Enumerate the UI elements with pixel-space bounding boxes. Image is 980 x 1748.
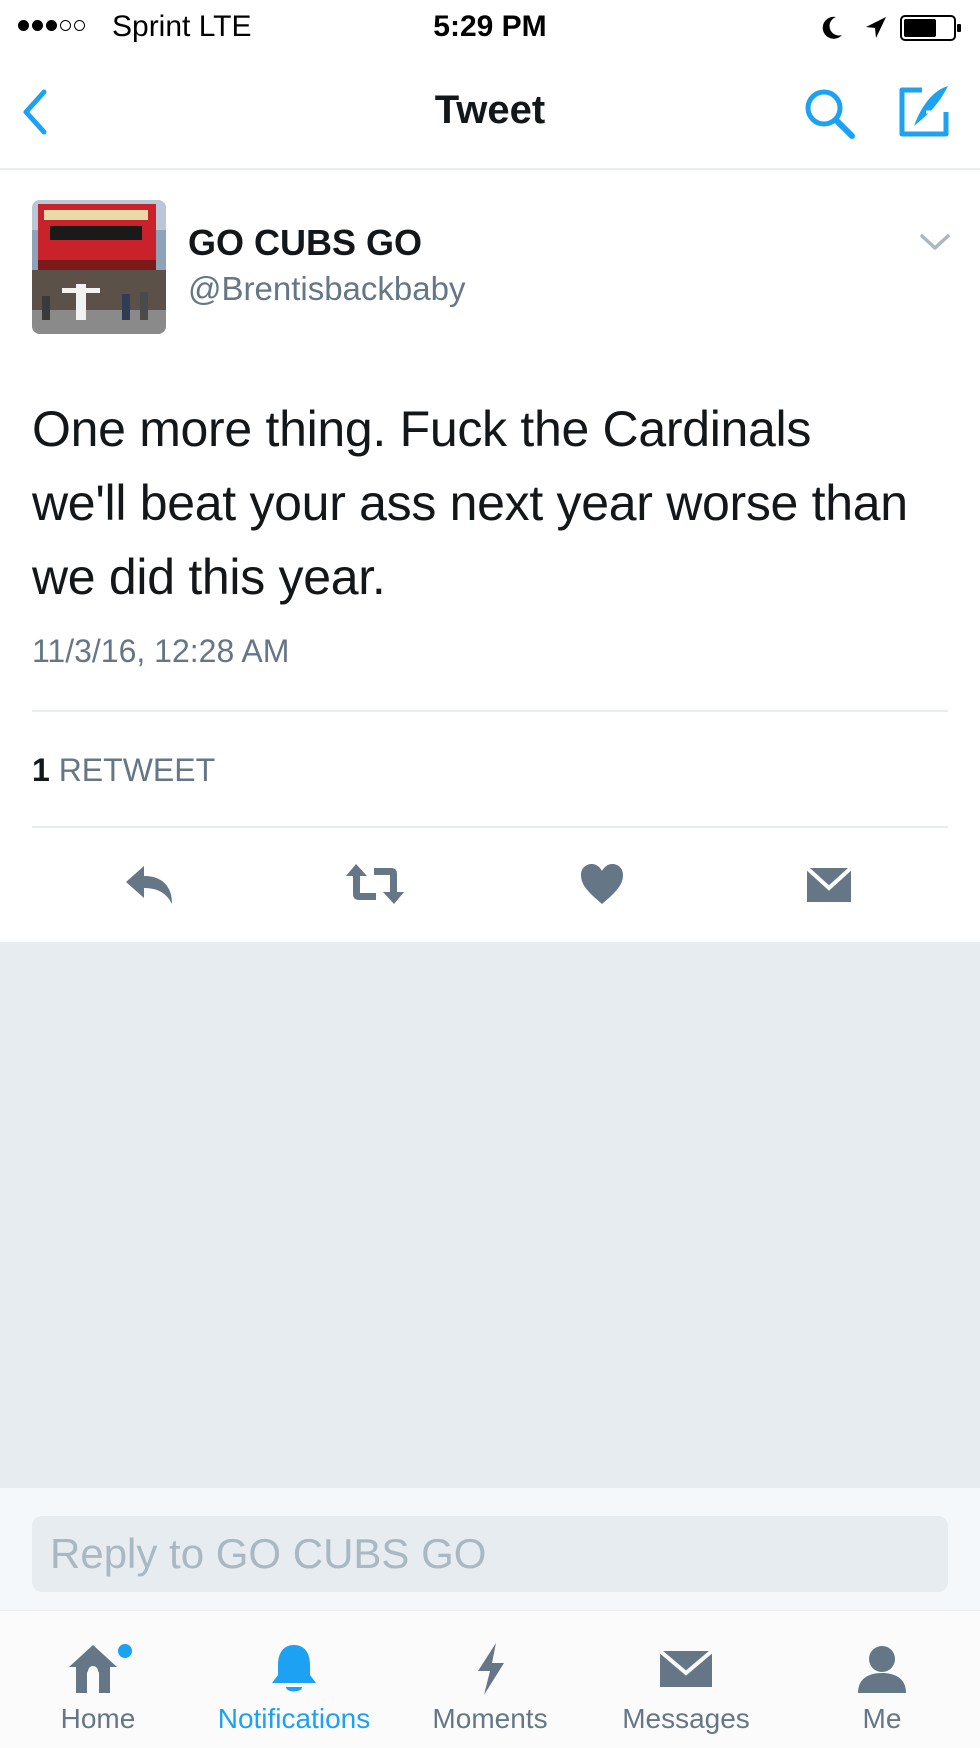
tweet-text-line: One more thing. Fuck the Cardinals	[32, 401, 812, 457]
tab-label: Me	[862, 1703, 902, 1734]
lightning-icon	[478, 1643, 504, 1695]
retweet-count: 1	[32, 752, 50, 788]
do-not-disturb-icon	[822, 16, 842, 39]
reply-icon[interactable]	[122, 860, 178, 908]
envelope-icon	[658, 1649, 714, 1687]
home-icon	[69, 1644, 132, 1693]
tab-notifications[interactable]: Notifications	[196, 1611, 392, 1748]
divider	[32, 710, 948, 712]
bell-icon	[272, 1645, 316, 1692]
tab-label: Home	[60, 1703, 136, 1734]
tab-label: Messages	[622, 1703, 750, 1734]
tweet-text-line: we did this year.	[32, 549, 386, 605]
wrigley-field-photo	[32, 200, 166, 334]
compose-icon[interactable]	[896, 82, 954, 140]
divider	[32, 826, 948, 828]
person-icon	[858, 1646, 906, 1693]
reply-input[interactable]	[32, 1516, 948, 1592]
tab-moments[interactable]: Moments	[392, 1611, 588, 1748]
location-arrow-icon	[866, 17, 886, 38]
tweet-text: One more thing. Fuck the Cardinals we'll…	[32, 392, 962, 614]
display-name[interactable]: GO CUBS GO	[188, 222, 422, 264]
tab-messages[interactable]: Messages	[588, 1611, 784, 1748]
empty-replies-area	[0, 942, 980, 1488]
tweet-text-line: we'll beat your ass next year worse than	[32, 475, 908, 531]
like-icon[interactable]	[578, 860, 626, 908]
tab-label: Moments	[432, 1703, 548, 1734]
tab-bar: Home Notifications Moments Messages Me	[0, 1610, 980, 1748]
tweet-timestamp: 11/3/16, 12:28 AM	[32, 633, 290, 669]
chevron-down-icon[interactable]	[918, 232, 952, 252]
tab-home[interactable]: Home	[0, 1611, 196, 1748]
retweet-label: RETWEET	[58, 752, 216, 788]
direct-message-icon[interactable]	[804, 860, 854, 908]
tab-me[interactable]: Me	[784, 1611, 980, 1748]
avatar[interactable]	[32, 200, 166, 334]
username-handle[interactable]: @Brentisbackbaby	[188, 270, 465, 308]
search-icon[interactable]	[800, 84, 860, 144]
retweet-stats[interactable]: 1 RETWEET	[32, 752, 215, 789]
status-bar: Sprint LTE 5:29 PM	[0, 0, 980, 56]
battery-icon	[900, 15, 961, 41]
retweet-icon[interactable]	[342, 860, 408, 908]
navigation-bar: Tweet	[0, 58, 980, 170]
tab-label: Notifications	[217, 1703, 371, 1734]
